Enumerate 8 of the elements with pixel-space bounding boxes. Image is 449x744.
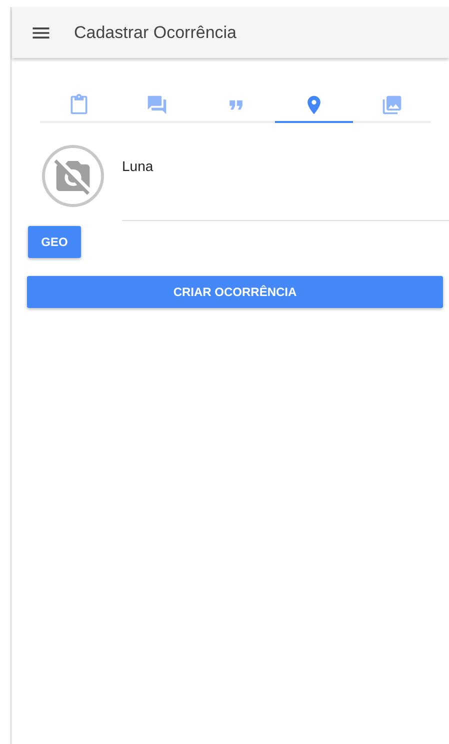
app-title: Cadastrar Ocorrência <box>74 22 237 42</box>
photos-icon <box>380 94 403 116</box>
name-field[interactable]: Luna <box>122 145 449 221</box>
clipboard-icon <box>68 94 90 116</box>
geo-button[interactable]: GEO <box>28 226 81 258</box>
no-photo-icon <box>42 145 104 207</box>
create-button[interactable]: CRIAR OCORRÊNCIA <box>27 276 443 308</box>
chat-icon <box>146 94 168 116</box>
